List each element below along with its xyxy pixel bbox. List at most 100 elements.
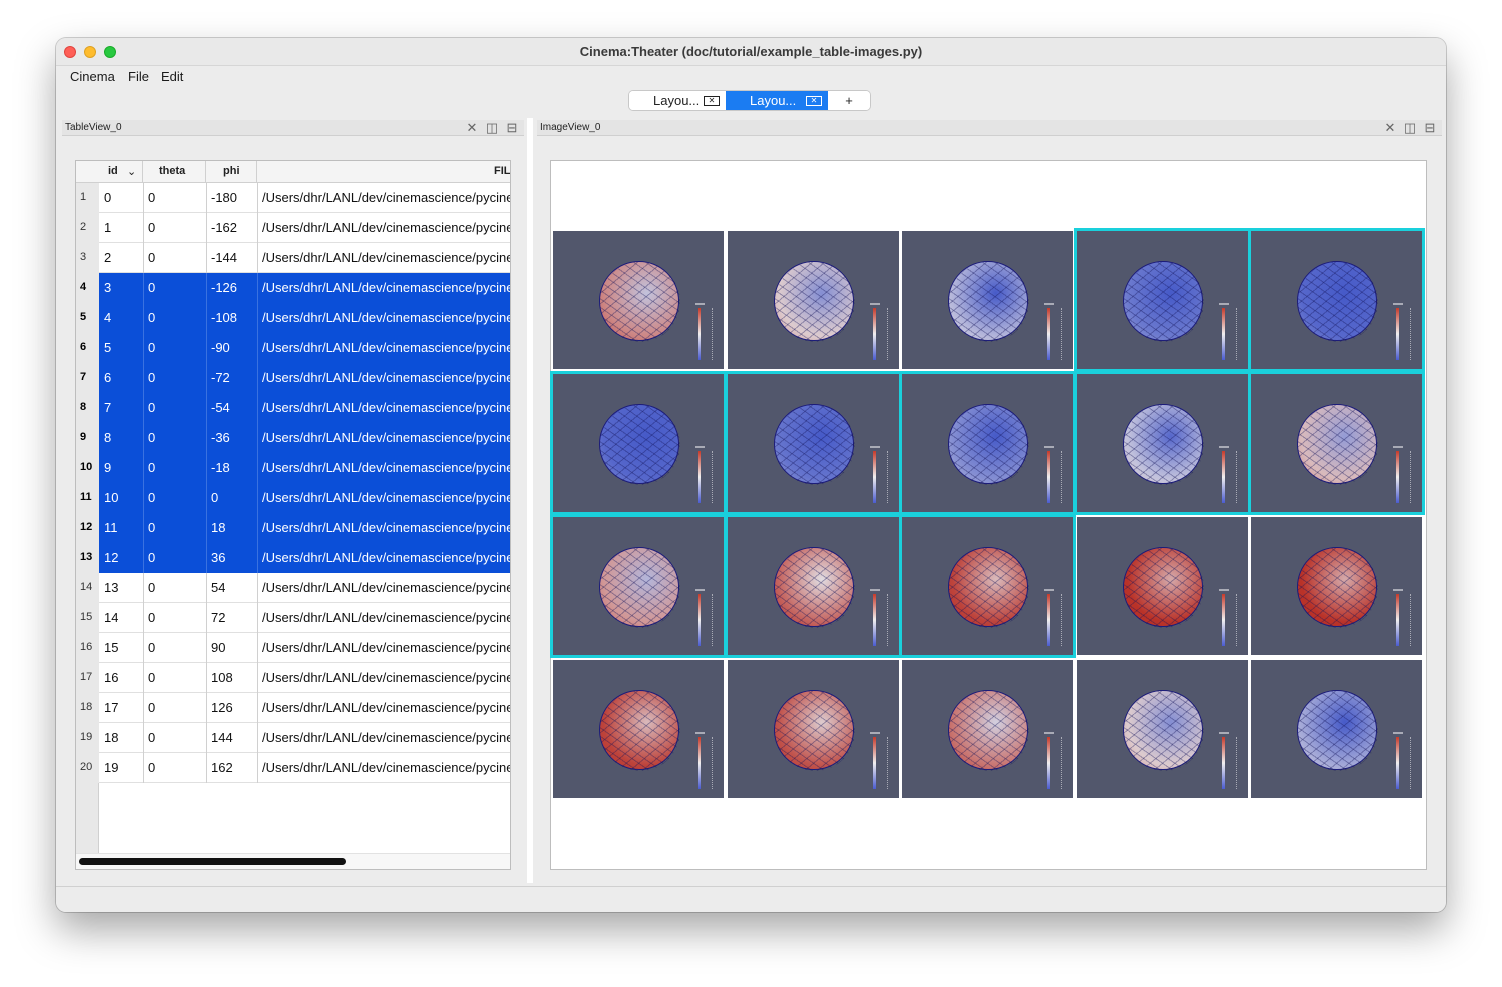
panel-splitter[interactable]: [527, 118, 533, 883]
cell-phi[interactable]: -36: [211, 430, 230, 445]
cell-phi[interactable]: 18: [211, 520, 225, 535]
cell-id[interactable]: 15: [104, 640, 118, 655]
cell-id[interactable]: 6: [104, 370, 111, 385]
image-thumbnail[interactable]: [1076, 374, 1248, 512]
cell-theta[interactable]: 0: [148, 280, 155, 295]
split-vertical-icon[interactable]: ⊟: [502, 120, 522, 135]
cell-theta[interactable]: 0: [148, 760, 155, 775]
cell-phi[interactable]: -144: [211, 250, 237, 265]
cell-file[interactable]: /Users/dhr/LANL/dev/cinemascience/pycine…: [262, 610, 510, 625]
cell-theta[interactable]: 0: [148, 340, 155, 355]
cell-file[interactable]: /Users/dhr/LANL/dev/cinemascience/pycine…: [262, 670, 510, 685]
cell-file[interactable]: /Users/dhr/LANL/dev/cinemascience/pycine…: [262, 430, 510, 445]
cell-id[interactable]: 12: [104, 550, 118, 565]
row-number[interactable]: 10: [76, 453, 99, 483]
cell-file[interactable]: /Users/dhr/LANL/dev/cinemascience/pycine…: [262, 730, 510, 745]
cell-id[interactable]: 11: [104, 520, 118, 535]
cell-phi[interactable]: -126: [211, 280, 237, 295]
table-row[interactable]: 9 8 0 -36/Users/dhr/LANL/dev/cinemascience/…: [76, 423, 510, 453]
image-thumbnail[interactable]: [1076, 517, 1248, 655]
cell-file[interactable]: /Users/dhr/LANL/dev/cinemascience/pycine…: [262, 490, 510, 505]
cell-phi[interactable]: -18: [211, 460, 230, 475]
cell-theta[interactable]: 0: [148, 640, 155, 655]
column-header-id[interactable]: id ⌄: [99, 161, 143, 183]
row-number[interactable]: 3: [76, 243, 99, 273]
table-row[interactable]: 12 11 0 18/Users/dhr/LANL/dev/cinemascience…: [76, 513, 510, 543]
table-row[interactable]: 11 10 0 0/Users/dhr/LANL/dev/cinemascience/…: [76, 483, 510, 513]
split-vertical-icon[interactable]: ⊟: [1420, 120, 1440, 135]
row-number[interactable]: 14: [76, 573, 99, 603]
column-header-phi[interactable]: phi: [206, 161, 257, 183]
cell-theta[interactable]: 0: [148, 700, 155, 715]
menu-edit[interactable]: Edit: [161, 69, 183, 84]
row-number[interactable]: 17: [76, 663, 99, 693]
table-row[interactable]: 19 18 0 144/Users/dhr/LANL/dev/cinemascienc…: [76, 723, 510, 753]
image-thumbnail[interactable]: [727, 231, 899, 369]
cell-theta[interactable]: 0: [148, 730, 155, 745]
cell-file[interactable]: /Users/dhr/LANL/dev/cinemascience/pycine…: [262, 550, 510, 565]
close-icon[interactable]: ✕: [1380, 120, 1400, 135]
cell-file[interactable]: /Users/dhr/LANL/dev/cinemascience/pycine…: [262, 760, 510, 775]
cell-phi[interactable]: 126: [211, 700, 233, 715]
cell-id[interactable]: 0: [104, 190, 111, 205]
table-row[interactable]: 20 19 0 162/Users/dhr/LANL/dev/cinemascienc…: [76, 753, 510, 783]
cell-id[interactable]: 13: [104, 580, 118, 595]
cell-id[interactable]: 9: [104, 460, 111, 475]
row-number[interactable]: 13: [76, 543, 99, 573]
table-row[interactable]: 16 15 0 90/Users/dhr/LANL/dev/cinemascience…: [76, 633, 510, 663]
table-row[interactable]: 2 1 0 -162/Users/dhr/LANL/dev/cinemascience…: [76, 213, 510, 243]
cell-file[interactable]: /Users/dhr/LANL/dev/cinemascience/pycine…: [262, 520, 510, 535]
table-row[interactable]: 6 5 0 -90/Users/dhr/LANL/dev/cinemascience/…: [76, 333, 510, 363]
image-thumbnail[interactable]: [553, 517, 724, 655]
cell-phi[interactable]: -72: [211, 370, 230, 385]
cell-phi[interactable]: 144: [211, 730, 233, 745]
image-thumbnail[interactable]: [902, 231, 1073, 369]
horizontal-scrollbar-thumb[interactable]: [79, 858, 346, 865]
table-row[interactable]: 7 6 0 -72/Users/dhr/LANL/dev/cinemascience/…: [76, 363, 510, 393]
cell-id[interactable]: 4: [104, 310, 111, 325]
cell-id[interactable]: 16: [104, 670, 118, 685]
table-row[interactable]: 4 3 0 -126/Users/dhr/LANL/dev/cinemascience…: [76, 273, 510, 303]
cell-file[interactable]: /Users/dhr/LANL/dev/cinemascience/pycine…: [262, 280, 510, 295]
cell-theta[interactable]: 0: [148, 670, 155, 685]
table-row[interactable]: 10 9 0 -18/Users/dhr/LANL/dev/cinemascience…: [76, 453, 510, 483]
menu-file[interactable]: File: [128, 69, 149, 84]
menu-cinema[interactable]: Cinema: [70, 69, 115, 84]
close-tab-icon[interactable]: ✕: [806, 96, 822, 106]
row-number[interactable]: 5: [76, 303, 99, 333]
column-header-theta[interactable]: theta: [143, 161, 206, 183]
tab-layout-2[interactable]: Layou... ✕: [726, 91, 828, 110]
image-thumbnail[interactable]: [1076, 231, 1248, 369]
cell-phi[interactable]: -54: [211, 400, 230, 415]
table-row[interactable]: 1 0 0 -180/Users/dhr/LANL/dev/cinemascience…: [76, 183, 510, 213]
table-row[interactable]: 13 12 0 36/Users/dhr/LANL/dev/cinemascience…: [76, 543, 510, 573]
cell-file[interactable]: /Users/dhr/LANL/dev/cinemascience/pycine…: [262, 700, 510, 715]
cell-theta[interactable]: 0: [148, 520, 155, 535]
split-horizontal-icon[interactable]: ◫: [1400, 120, 1420, 135]
image-thumbnail[interactable]: [902, 660, 1073, 798]
row-number[interactable]: 2: [76, 213, 99, 243]
cell-id[interactable]: 10: [104, 490, 118, 505]
image-thumbnail[interactable]: [727, 660, 899, 798]
table-row[interactable]: 3 2 0 -144/Users/dhr/LANL/dev/cinemascience…: [76, 243, 510, 273]
cell-file[interactable]: /Users/dhr/LANL/dev/cinemascience/pycine…: [262, 640, 510, 655]
cell-file[interactable]: /Users/dhr/LANL/dev/cinemascience/pycine…: [262, 370, 510, 385]
row-number[interactable]: 7: [76, 363, 99, 393]
image-view[interactable]: [550, 160, 1427, 870]
image-thumbnail[interactable]: [727, 374, 899, 512]
cell-phi[interactable]: -108: [211, 310, 237, 325]
image-thumbnail[interactable]: [727, 517, 899, 655]
cell-phi[interactable]: -162: [211, 220, 237, 235]
cell-id[interactable]: 2: [104, 250, 111, 265]
cell-theta[interactable]: 0: [148, 310, 155, 325]
cell-file[interactable]: /Users/dhr/LANL/dev/cinemascience/pycine…: [262, 190, 510, 205]
row-number[interactable]: 18: [76, 693, 99, 723]
row-number[interactable]: 11: [76, 483, 99, 513]
cell-phi[interactable]: 90: [211, 640, 225, 655]
table-row[interactable]: 14 13 0 54/Users/dhr/LANL/dev/cinemascience…: [76, 573, 510, 603]
image-thumbnail[interactable]: [1251, 517, 1422, 655]
image-thumbnail[interactable]: [1076, 660, 1248, 798]
cell-id[interactable]: 19: [104, 760, 118, 775]
image-thumbnail[interactable]: [1251, 374, 1422, 512]
cell-phi[interactable]: 72: [211, 610, 225, 625]
